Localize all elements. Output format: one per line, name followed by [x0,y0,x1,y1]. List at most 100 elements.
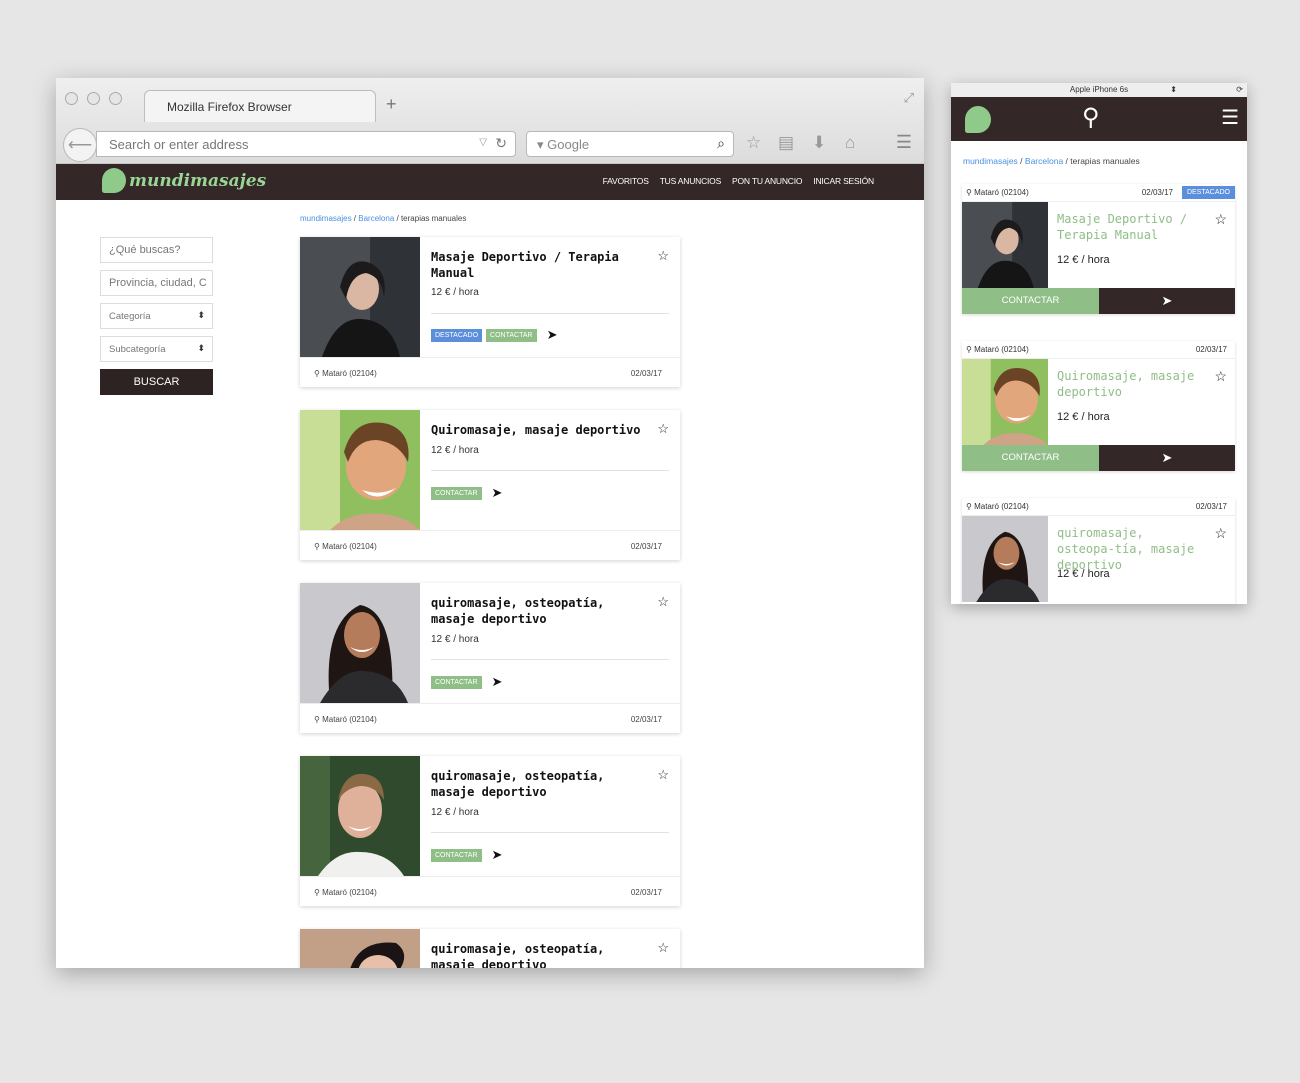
favorite-star-icon[interactable]: ☆ [657,940,669,956]
nav-tus-anuncios[interactable]: TUS ANUNCIOS [660,176,722,186]
send-message-icon[interactable]: ➤ [492,485,503,501]
downloads-icon[interactable]: ⬇ [812,133,826,153]
search-sidebar: ¿Qué buscas? Provincia, ciudad, C Catego… [100,237,213,395]
listing-title[interactable]: Masaje Deportivo / Terapia Manual [1057,211,1207,243]
mobile-listing-card[interactable]: ⚲ Mataró (02104) 02/03/17 DESTACADO Masa… [962,184,1235,314]
listing-title[interactable]: quiromasaje, osteopatía, masaje deportiv… [431,768,641,800]
listing-photo [300,237,420,357]
breadcrumb-city[interactable]: Barcelona [358,214,394,223]
mobile-listing-meta: ⚲ Mataró (02104) 02/03/17 [962,341,1235,359]
home-icon[interactable]: ⌂ [845,133,855,153]
site-logo[interactable]: mundimasajes [102,168,266,193]
breadcrumb-home[interactable]: mundimasajes [963,156,1018,166]
category-select[interactable]: Categoría [100,303,213,329]
location-text: Mataró (02104) [322,715,377,724]
map-pin-icon: ⚲ [966,345,975,354]
nav-iniciar-sesion[interactable]: INICAR SESIÓN [813,176,874,186]
divider [431,470,669,471]
send-message-icon[interactable]: ➤ [492,847,503,863]
address-bar[interactable]: Search or enter address ▽ ↻ [96,131,516,157]
send-message-icon[interactable]: ➤ [547,327,558,343]
send-message-icon[interactable]: ➤ [1099,288,1235,314]
mobile-breadcrumb: mundimasajes / Barcelona / terapias manu… [963,156,1140,166]
listing-date: 02/03/17 [630,715,662,724]
listing-date: 02/03/17 [1195,345,1227,354]
listing-card[interactable]: quiromasaje, osteopatía, masaje deportiv… [300,929,680,968]
search-engine-box[interactable]: ▾ Google ⌕ [526,131,734,157]
listing-actions: CONTACTAR ➤ [431,847,502,863]
breadcrumb-current: terapias manuales [1070,156,1140,166]
listing-title[interactable]: quiromasaje, osteopatía, masaje deportiv… [431,941,641,968]
listing-title[interactable]: Quiromasaje, masaje deportivo [431,422,641,438]
main-nav: FAVORITOS TUS ANUNCIOS PON TU ANUNCIO IN… [603,176,875,186]
listing-title[interactable]: Quiromasaje, masaje deportivo [1057,368,1207,400]
favorite-star-icon[interactable]: ☆ [657,248,669,264]
back-button[interactable]: ⟵ [63,128,97,162]
nav-favoritos[interactable]: FAVORITOS [603,176,649,186]
mobile-listing-card[interactable]: ⚲ Mataró (02104) 02/03/17 quiromasaje, o… [962,498,1235,604]
location-input[interactable]: Provincia, ciudad, C [100,270,213,296]
search-engine-selector-icon[interactable]: ▾ [537,137,544,152]
search-icon[interactable]: ⌕ [717,135,725,152]
search-icon[interactable]: ⚲ [1082,103,1100,132]
listing-location: ⚲ Mataró (02104) [314,542,377,551]
reload-icon[interactable]: ↻ [495,135,507,152]
maximize-window-button[interactable] [109,92,122,105]
listing-footer: ⚲ Mataró (02104) 02/03/17 [300,876,680,906]
listing-location: ⚲ Mataró (02104) [966,188,1029,197]
hamburger-icon[interactable]: ☰ [896,132,912,153]
featured-badge: DESTACADO [431,328,483,342]
fullscreen-icon[interactable]: ⤢ [904,90,914,106]
listing-footer: ⚲ Mataró (02104) 02/03/17 [300,703,680,733]
listing-date: 02/03/17 [630,888,662,897]
contact-button[interactable]: CONTACTAR [431,675,482,689]
device-dropdown-icon[interactable]: ⬍ [1170,83,1177,97]
device-selector[interactable]: Apple iPhone 6s ⬍ ⟳ [951,83,1247,97]
favorite-star-icon[interactable]: ☆ [657,594,669,610]
favorite-star-icon[interactable]: ☆ [657,421,669,437]
listing-card[interactable]: Masaje Deportivo / Terapia Manual ☆ 12 €… [300,237,680,387]
listing-photo [300,410,420,530]
favorite-star-icon[interactable]: ☆ [1214,525,1227,542]
divider [431,313,669,314]
rotate-device-icon[interactable]: ⟳ [1236,83,1243,97]
breadcrumb-city[interactable]: Barcelona [1025,156,1063,166]
listing-card[interactable]: Quiromasaje, masaje deportivo ☆ 12 € / h… [300,410,680,560]
contact-button[interactable]: CONTACTAR [962,445,1099,471]
bookmarks-list-icon[interactable]: ▤ [778,133,794,153]
nav-pon-tu-anuncio[interactable]: PON TU ANUNCIO [732,176,802,186]
listing-card[interactable]: quiromasaje, osteopatía, masaje deportiv… [300,756,680,906]
bookmark-star-icon[interactable]: ☆ [746,133,761,153]
favorite-star-icon[interactable]: ☆ [1214,211,1227,228]
contact-button[interactable]: CONTACTAR [486,328,537,342]
contact-button[interactable]: CONTACTAR [962,288,1099,314]
search-button[interactable]: BUSCAR [100,369,213,395]
search-input[interactable]: ¿Qué buscas? [100,237,213,263]
subcategory-select[interactable]: Subcategoría [100,336,213,362]
minimize-window-button[interactable] [87,92,100,105]
contact-button[interactable]: CONTACTAR [431,848,482,862]
listing-card[interactable]: quiromasaje, osteopatía, masaje deportiv… [300,583,680,733]
send-message-icon[interactable]: ➤ [1099,445,1235,471]
close-window-button[interactable] [65,92,78,105]
logo-leaf-icon [102,168,126,193]
listing-title[interactable]: quiromasaje, osteopa-tía, masaje deporti… [1057,525,1207,573]
breadcrumb-home[interactable]: mundimasajes [300,214,352,223]
history-dropdown-icon[interactable]: ▽ [479,137,487,148]
listing-photo [962,359,1048,445]
favorite-star-icon[interactable]: ☆ [657,767,669,783]
new-tab-button[interactable]: + [386,94,397,115]
listing-title[interactable]: Masaje Deportivo / Terapia Manual [431,249,641,281]
listing-title[interactable]: quiromasaje, osteopatía, masaje deportiv… [431,595,641,627]
mobile-listing-card[interactable]: ⚲ Mataró (02104) 02/03/17 Quiromasaje, m… [962,341,1235,471]
send-message-icon[interactable]: ➤ [492,674,503,690]
logo-leaf-icon[interactable] [965,106,991,133]
listing-actions: CONTACTAR ➤ [431,674,502,690]
browser-tab[interactable]: Mozilla Firefox Browser [144,90,376,122]
hamburger-icon[interactable]: ☰ [1221,105,1239,130]
listing-date: 02/03/17 [630,369,662,378]
contact-button[interactable]: CONTACTAR [431,486,482,500]
map-pin-icon: ⚲ [314,715,323,724]
favorite-star-icon[interactable]: ☆ [1214,368,1227,385]
listing-actions: CONTACTAR ➤ [431,485,502,501]
